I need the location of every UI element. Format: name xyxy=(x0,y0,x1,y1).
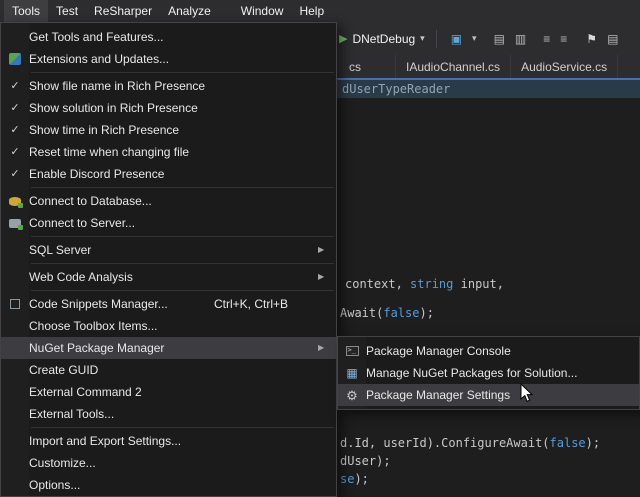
menu-item-label: Show solution in Rich Presence xyxy=(29,101,318,115)
menu-item-label: Package Manager Console xyxy=(366,344,621,358)
snippets-icon xyxy=(10,299,20,309)
menu-item-label: Show file name in Rich Presence xyxy=(29,79,318,93)
code-line-4: dUser); xyxy=(340,454,391,468)
menu-item-label: NuGet Package Manager xyxy=(29,341,318,355)
menu-item-show-file-name-in-rich-presence[interactable]: ✓Show file name in Rich Presence xyxy=(1,75,336,97)
menu-item-get-tools-and-features[interactable]: Get Tools and Features... xyxy=(1,26,336,48)
code-line-3: d.Id, userId).ConfigureAwait(false); xyxy=(340,436,600,450)
menu-item-label: External Command 2 xyxy=(29,385,318,399)
snippets-icon xyxy=(1,299,29,309)
menu-item-label: Connect to Database... xyxy=(29,194,318,208)
extensions-icon xyxy=(9,53,21,65)
menu-item-connect-to-database[interactable]: Connect to Database... xyxy=(1,190,336,212)
menu-item-code-snippets-manager[interactable]: Code Snippets Manager...Ctrl+K, Ctrl+B xyxy=(1,293,336,315)
menu-item-package-manager-settings[interactable]: ⚙Package Manager Settings xyxy=(338,384,639,406)
menu-item-manage-nuget-packages-for-solution[interactable]: ▦Manage NuGet Packages for Solution... xyxy=(338,362,639,384)
code-line-1: context, string input, xyxy=(345,277,504,291)
submenu-arrow-icon: ▶ xyxy=(318,246,330,254)
code-line-5: se); xyxy=(340,472,369,486)
menu-item-label: Show time in Rich Presence xyxy=(29,123,318,137)
submenu-arrow-icon: ▶ xyxy=(318,273,330,281)
menu-item-extensions-and-updates[interactable]: Extensions and Updates... xyxy=(1,48,336,70)
menu-item-label: Enable Discord Presence xyxy=(29,167,318,181)
checkmark-icon: ✓ xyxy=(1,81,29,92)
menu-item-label: Web Code Analysis xyxy=(29,270,318,284)
database-icon xyxy=(9,197,21,206)
server-icon xyxy=(9,219,21,228)
menu-item-show-time-in-rich-presence[interactable]: ✓Show time in Rich Presence xyxy=(1,119,336,141)
menu-item-enable-discord-presence[interactable]: ✓Enable Discord Presence xyxy=(1,163,336,185)
code-line-2: Await(false); xyxy=(340,306,434,320)
database-icon xyxy=(1,197,29,206)
menu-item-reset-time-when-changing-file[interactable]: ✓Reset time when changing file xyxy=(1,141,336,163)
menu-item-label: Import and Export Settings... xyxy=(29,434,318,448)
extensions-icon xyxy=(1,53,29,65)
menu-item-choose-toolbox-items[interactable]: Choose Toolbox Items... xyxy=(1,315,336,337)
server-icon xyxy=(1,219,29,228)
menu-item-sql-server[interactable]: SQL Server▶ xyxy=(1,239,336,261)
menu-item-label: Options... xyxy=(29,478,318,492)
menu-item-label: Reset time when changing file xyxy=(29,145,318,159)
menu-item-show-solution-in-rich-presence[interactable]: ✓Show solution in Rich Presence xyxy=(1,97,336,119)
checkmark-icon: ✓ xyxy=(1,103,29,114)
checkmark-icon: ✓ xyxy=(1,147,29,158)
menu-item-label: Extensions and Updates... xyxy=(29,52,318,66)
menu-item-external-tools[interactable]: External Tools... xyxy=(1,403,336,425)
menu-item-nuget-package-manager[interactable]: NuGet Package Manager▶ xyxy=(1,337,336,359)
mouse-cursor xyxy=(520,383,534,403)
menu-item-label: Code Snippets Manager... xyxy=(29,297,214,311)
menu-item-create-guid[interactable]: Create GUID xyxy=(1,359,336,381)
menu-item-web-code-analysis[interactable]: Web Code Analysis▶ xyxy=(1,266,336,288)
menu-separator xyxy=(31,187,334,188)
tools-menu: Get Tools and Features... Extensions and … xyxy=(0,22,337,497)
checkmark-icon: ✓ xyxy=(1,169,29,180)
menu-item-label: Choose Toolbox Items... xyxy=(29,319,318,333)
menu-item-import-and-export-settings[interactable]: Import and Export Settings... xyxy=(1,430,336,452)
nuget-icon: ▦ xyxy=(338,367,366,379)
menu-item-label: Customize... xyxy=(29,456,318,470)
menu-item-label: Connect to Server... xyxy=(29,216,318,230)
nuget-submenu: Package Manager Console▦Manage NuGet Pac… xyxy=(337,336,640,410)
checkmark-icon: ✓ xyxy=(1,125,29,136)
menu-separator xyxy=(31,263,334,264)
menu-separator xyxy=(31,236,334,237)
menu-item-label: Get Tools and Features... xyxy=(29,30,318,44)
menu-item-label: Create GUID xyxy=(29,363,318,377)
menu-item-customize[interactable]: Customize... xyxy=(1,452,336,474)
menu-item-label: SQL Server xyxy=(29,243,318,257)
menu-separator xyxy=(31,72,334,73)
menu-item-label: Manage NuGet Packages for Solution... xyxy=(366,366,621,380)
menu-item-label: External Tools... xyxy=(29,407,318,421)
menu-separator xyxy=(31,290,334,291)
console-icon xyxy=(338,346,366,356)
menu-item-shortcut: Ctrl+K, Ctrl+B xyxy=(214,297,288,311)
menu-item-connect-to-server[interactable]: Connect to Server... xyxy=(1,212,336,234)
menu-item-package-manager-console[interactable]: Package Manager Console xyxy=(338,340,639,362)
console-icon xyxy=(346,346,359,356)
menu-item-label: Package Manager Settings xyxy=(366,388,621,402)
submenu-arrow-icon: ▶ xyxy=(318,344,330,352)
menu-item-options[interactable]: Options... xyxy=(1,474,336,496)
menu-separator xyxy=(31,427,334,428)
gear-icon: ⚙ xyxy=(338,389,366,402)
menu-item-external-command-2[interactable]: External Command 2 xyxy=(1,381,336,403)
